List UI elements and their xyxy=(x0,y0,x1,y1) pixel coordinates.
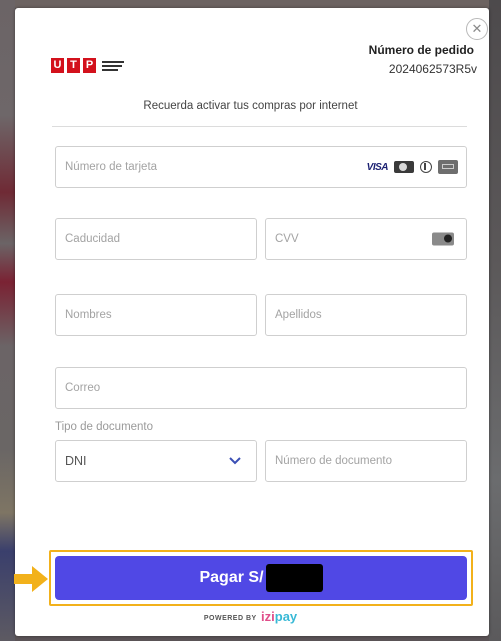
cvv-placeholder: CVV xyxy=(275,233,299,245)
diners-icon xyxy=(420,161,432,173)
doc-number-input[interactable]: Número de documento xyxy=(265,440,467,482)
logo-letter-u: U xyxy=(51,58,64,73)
email-placeholder: Correo xyxy=(65,382,101,394)
powered-by-footer: POWERED BY izipay xyxy=(0,609,501,624)
logo-letter-p: P xyxy=(83,58,96,73)
cvv-input[interactable]: CVV xyxy=(265,218,467,260)
doc-number-placeholder: Número de documento xyxy=(275,455,392,467)
redacted-amount xyxy=(265,564,323,592)
card-icon xyxy=(438,160,458,174)
doc-type-value: DNI xyxy=(65,454,87,468)
visa-icon: VISA xyxy=(366,161,389,173)
first-name-input[interactable]: Nombres xyxy=(55,294,257,336)
card-number-placeholder: Número de tarjeta xyxy=(65,161,158,173)
pay-button[interactable]: Pagar S/ xyxy=(55,556,467,600)
card-number-input[interactable]: Número de tarjeta VISA xyxy=(55,146,467,188)
last-name-input[interactable]: Apellidos xyxy=(265,294,467,336)
mastercard-icon xyxy=(394,161,414,173)
last-name-placeholder: Apellidos xyxy=(275,309,322,321)
reminder-text: Recuerda activar tus compras por interne… xyxy=(143,100,358,112)
background-strip xyxy=(0,0,501,8)
background-right xyxy=(489,0,501,641)
order-number-label: Número de pedido xyxy=(368,43,474,57)
chevron-down-icon[interactable] xyxy=(228,456,242,466)
logo-letter-t: T xyxy=(67,58,80,73)
order-number-value: 2024062573R5v xyxy=(388,62,477,76)
background-left xyxy=(0,0,15,641)
close-button[interactable]: ✕ xyxy=(466,18,488,40)
divider xyxy=(52,126,467,127)
pay-button-label: Pagar S/ xyxy=(199,569,264,586)
powered-by-label: POWERED BY xyxy=(203,615,257,622)
doc-type-label: Tipo de documento xyxy=(55,421,154,433)
cvv-card-icon xyxy=(432,232,454,246)
expiry-input[interactable]: Caducidad xyxy=(55,218,257,260)
email-input[interactable]: Correo xyxy=(55,367,467,409)
izipay-logo: izipay xyxy=(261,609,297,624)
logo-tagline xyxy=(102,60,124,71)
close-icon[interactable]: ✕ xyxy=(472,21,483,36)
izipay-brand-izi: izi xyxy=(261,609,275,624)
doc-type-select[interactable]: DNI xyxy=(55,440,257,482)
izipay-brand-pay: pay xyxy=(274,609,298,624)
expiry-placeholder: Caducidad xyxy=(65,233,120,245)
card-brand-icons: VISA xyxy=(367,160,458,174)
first-name-placeholder: Nombres xyxy=(65,309,112,321)
arrow-right-icon xyxy=(14,566,48,592)
utp-logo: U T P xyxy=(51,58,124,73)
